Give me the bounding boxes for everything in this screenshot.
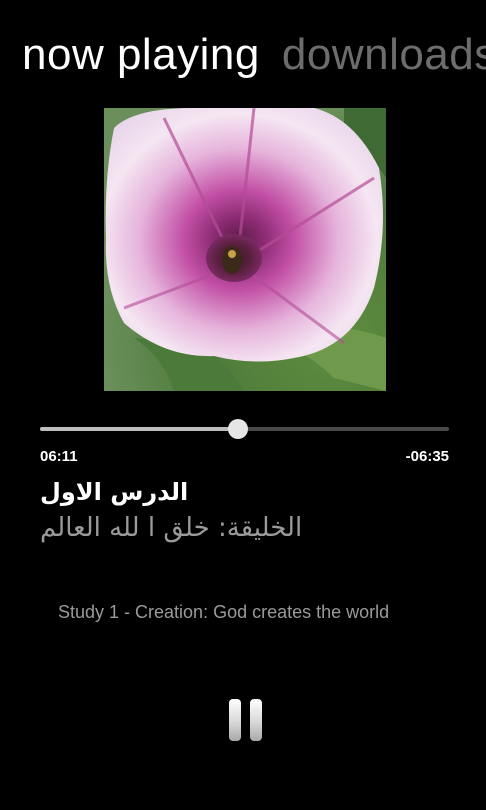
track-subtitle: الخليقة: خلق ا لله العالم [40, 513, 303, 543]
remaining-time: -06:35 [405, 448, 449, 465]
progress-slider[interactable] [40, 419, 449, 439]
pause-icon-bar [250, 699, 262, 741]
tab-downloads[interactable]: downloads [282, 30, 486, 80]
album-art [104, 108, 386, 391]
progress-thumb[interactable] [227, 419, 248, 439]
track-title: الدرس الاول [40, 478, 189, 506]
pause-button[interactable] [226, 699, 266, 743]
progress-fill [40, 427, 238, 431]
flower-image [104, 108, 386, 391]
track-description: Study 1 - Creation: God creates the worl… [58, 602, 390, 622]
elapsed-time: 06:11 [40, 448, 78, 465]
pause-icon [229, 699, 241, 741]
tab-now-playing[interactable]: now playing [22, 30, 260, 80]
pivot-header: now playing downloads [22, 30, 486, 80]
